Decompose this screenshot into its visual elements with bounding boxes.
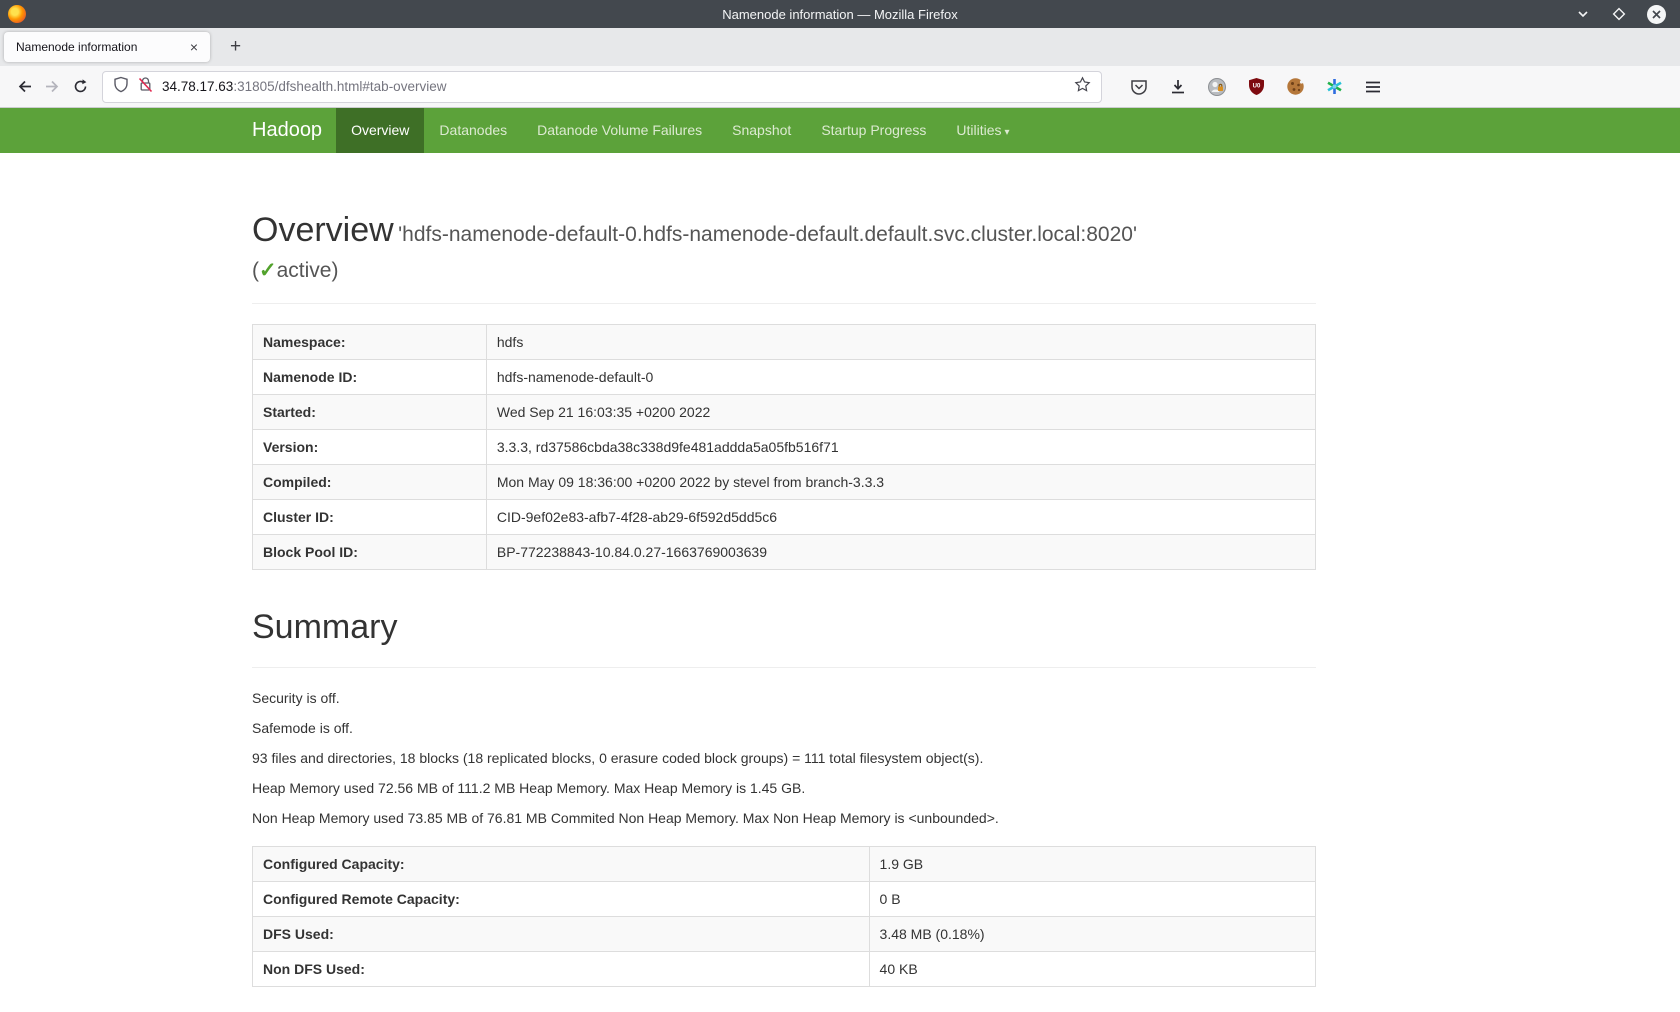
tab-namenode-information[interactable]: Namenode information ×	[4, 32, 210, 62]
minimize-icon[interactable]	[1575, 6, 1591, 22]
namenode-info-table: Namespace: hdfs Namenode ID: hdfs-nameno…	[252, 324, 1316, 570]
row-value: CID-9ef02e83-afb7-4f28-ab29-6f592d5dd5c6	[486, 499, 1315, 534]
row-label: Non DFS Used:	[253, 951, 870, 986]
multicolor-asterisk-extension-icon[interactable]	[1323, 76, 1345, 98]
downloads-icon[interactable]	[1167, 76, 1189, 98]
new-tab-button[interactable]: +	[224, 36, 247, 58]
url-host: 34.78.17.63	[162, 79, 233, 94]
row-value: 1.9 GB	[869, 846, 1315, 881]
summary-title: Summary	[252, 608, 1316, 647]
divider	[252, 303, 1316, 304]
namenode-status: (✓active)	[252, 258, 1316, 283]
row-value: hdfs	[486, 324, 1315, 359]
url-bar[interactable]: 34.78.17.63:31805/dfshealth.html#tab-ove…	[102, 71, 1102, 103]
row-value: BP-772238843-10.84.0.27-1663769003639	[486, 534, 1315, 569]
table-row: Namenode ID: hdfs-namenode-default-0	[253, 359, 1316, 394]
table-row: DFS Used: 3.48 MB (0.18%)	[253, 916, 1316, 951]
ublock-origin-icon[interactable]: U0	[1245, 76, 1267, 98]
table-row: Non DFS Used: 40 KB	[253, 951, 1316, 986]
table-row: Started: Wed Sep 21 16:03:35 +0200 2022	[253, 394, 1316, 429]
summary-line: Safemode is off.	[252, 718, 1316, 738]
row-label: Cluster ID:	[253, 499, 487, 534]
row-value: hdfs-namenode-default-0	[486, 359, 1315, 394]
window-controls	[1575, 5, 1680, 24]
table-row: Configured Capacity: 1.9 GB	[253, 846, 1316, 881]
reload-icon[interactable]	[66, 73, 94, 101]
window-title: Namenode information — Mozilla Firefox	[0, 7, 1680, 22]
cookie-extension-icon[interactable]	[1284, 76, 1306, 98]
row-label: Started:	[253, 394, 487, 429]
active-check-icon: ✓	[259, 259, 277, 282]
tracking-shield-icon[interactable]	[113, 76, 129, 98]
table-row: Namespace: hdfs	[253, 324, 1316, 359]
namenode-address: 'hdfs-namenode-default-0.hdfs-namenode-d…	[398, 223, 1137, 246]
table-row: Cluster ID: CID-9ef02e83-afb7-4f28-ab29-…	[253, 499, 1316, 534]
row-label: Compiled:	[253, 464, 487, 499]
proxy-extension-icon[interactable]	[1206, 76, 1228, 98]
forward-icon[interactable]	[38, 73, 66, 101]
table-row: Configured Remote Capacity: 0 B	[253, 881, 1316, 916]
browser-toolbar: 34.78.17.63:31805/dfshealth.html#tab-ove…	[0, 66, 1680, 108]
row-label: Namenode ID:	[253, 359, 487, 394]
url-text[interactable]: 34.78.17.63:31805/dfshealth.html#tab-ove…	[162, 79, 1065, 94]
row-value: Mon May 09 18:36:00 +0200 2022 by stevel…	[486, 464, 1315, 499]
nav-tab-overview[interactable]: Overview	[336, 108, 424, 153]
capacity-table: Configured Capacity: 1.9 GB Configured R…	[252, 846, 1316, 987]
tab-title: Namenode information	[16, 40, 186, 54]
nav-tab-startup-progress[interactable]: Startup Progress	[806, 108, 941, 153]
divider	[252, 667, 1316, 668]
menu-hamburger-icon[interactable]	[1362, 76, 1384, 98]
utilities-label: Utilities	[956, 122, 1001, 138]
close-icon[interactable]	[1647, 5, 1666, 24]
bookmark-star-icon[interactable]	[1074, 76, 1091, 98]
row-label: DFS Used:	[253, 916, 870, 951]
overview-title: Overview	[252, 211, 394, 249]
row-value: 0 B	[869, 881, 1315, 916]
table-row: Compiled: Mon May 09 18:36:00 +0200 2022…	[253, 464, 1316, 499]
nav-dropdown-utilities[interactable]: Utilities ▾	[941, 108, 1024, 153]
window-titlebar: Namenode information — Mozilla Firefox	[0, 0, 1680, 28]
summary-lines: Security is off. Safemode is off. 93 fil…	[252, 688, 1316, 828]
toolbar-extension-icons: U0	[1128, 76, 1384, 98]
tab-bar: Namenode information × +	[0, 28, 1680, 66]
pocket-icon[interactable]	[1128, 76, 1150, 98]
row-label: Block Pool ID:	[253, 534, 487, 569]
back-icon[interactable]	[10, 73, 38, 101]
row-value: 3.48 MB (0.18%)	[869, 916, 1315, 951]
insecure-lock-icon[interactable]	[138, 76, 153, 98]
summary-line: Security is off.	[252, 688, 1316, 708]
page-content: Overview 'hdfs-namenode-default-0.hdfs-n…	[252, 209, 1316, 987]
maximize-icon[interactable]	[1611, 6, 1627, 22]
table-row: Block Pool ID: BP-772238843-10.84.0.27-1…	[253, 534, 1316, 569]
row-value: 40 KB	[869, 951, 1315, 986]
summary-line: Heap Memory used 72.56 MB of 111.2 MB He…	[252, 778, 1316, 798]
url-path: :31805/dfshealth.html#tab-overview	[233, 79, 446, 94]
row-label: Namespace:	[253, 324, 487, 359]
status-text: active)	[277, 259, 339, 282]
nav-tab-datanodes[interactable]: Datanodes	[424, 108, 522, 153]
nav-tab-snapshot[interactable]: Snapshot	[717, 108, 806, 153]
row-value: Wed Sep 21 16:03:35 +0200 2022	[486, 394, 1315, 429]
row-label: Configured Capacity:	[253, 846, 870, 881]
overview-header: Overview 'hdfs-namenode-default-0.hdfs-n…	[252, 209, 1316, 252]
row-label: Configured Remote Capacity:	[253, 881, 870, 916]
status-paren: (	[252, 259, 259, 282]
row-label: Version:	[253, 429, 487, 464]
hadoop-brand[interactable]: Hadoop	[252, 108, 336, 153]
nav-tab-datanode-volume-failures[interactable]: Datanode Volume Failures	[522, 108, 717, 153]
summary-line: 93 files and directories, 18 blocks (18 …	[252, 748, 1316, 768]
summary-line: Non Heap Memory used 73.85 MB of 76.81 M…	[252, 808, 1316, 828]
tab-close-icon[interactable]: ×	[186, 39, 202, 55]
row-value: 3.3.3, rd37586cbda38c338d9fe481addda5a05…	[486, 429, 1315, 464]
hadoop-navbar: Hadoop Overview Datanodes Datanode Volum…	[0, 108, 1680, 153]
table-row: Version: 3.3.3, rd37586cbda38c338d9fe481…	[253, 429, 1316, 464]
chevron-down-icon: ▾	[1005, 127, 1010, 138]
svg-text:U0: U0	[1252, 84, 1260, 90]
